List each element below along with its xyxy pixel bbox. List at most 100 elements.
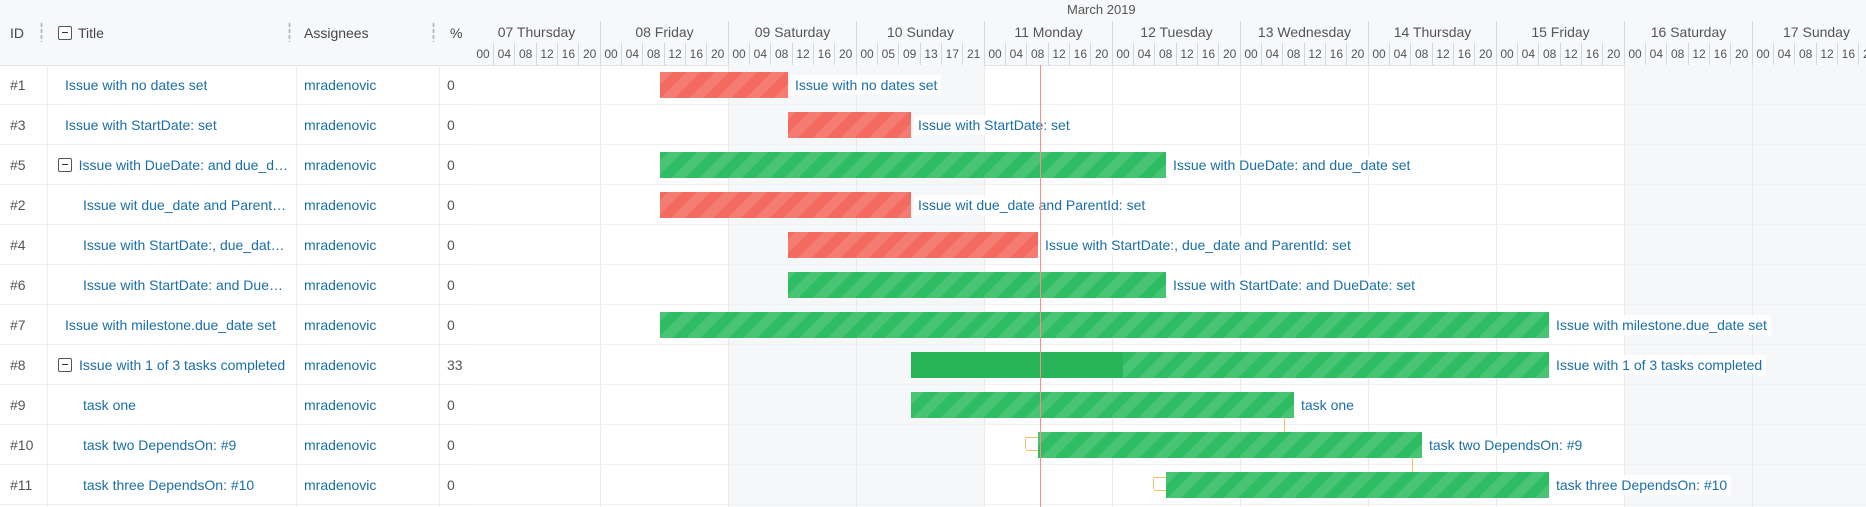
table-row[interactable]: #1 Issue with no dates set mradenovic 0 [0, 65, 475, 105]
task-id: #1 [10, 76, 26, 93]
task-bar[interactable] [1038, 432, 1422, 458]
hour-header: 04 [494, 43, 516, 65]
task-bar-label[interactable]: task one [1297, 395, 1358, 415]
column-resize-handle[interactable] [40, 22, 43, 42]
task-progress-percent: 0 [447, 116, 455, 133]
task-title[interactable]: task one [83, 385, 290, 424]
hour-header: 08 [1540, 43, 1561, 65]
column-header-percent[interactable]: % [450, 0, 462, 65]
task-title[interactable]: Issue wit due_date and ParentId… [83, 185, 290, 224]
table-row[interactable]: #11 task three DependsOn: #10 mradenovic 0 [0, 465, 475, 505]
hour-header: 00 [601, 43, 622, 65]
task-title[interactable]: Issue with StartDate: set [65, 105, 290, 144]
hour-header: 20 [1604, 43, 1625, 65]
task-bar-label[interactable]: task three DependsOn: #10 [1552, 475, 1732, 495]
task-title[interactable]: task three DependsOn: #10 [83, 465, 290, 504]
table-row[interactable]: #2 Issue wit due_date and ParentId… mraden… [0, 185, 475, 225]
task-assignee[interactable]: mradenovic [304, 225, 434, 264]
column-header-title[interactable]: Title [58, 0, 104, 65]
task-bar-label[interactable]: Issue with StartDate:, due_date and Pare… [1041, 235, 1355, 255]
task-bar[interactable] [1166, 472, 1549, 498]
task-bar[interactable] [788, 232, 1038, 258]
column-header-assignees[interactable]: Assignees [304, 0, 369, 65]
table-row[interactable]: #7 Issue with milestone.due_date set mrade… [0, 305, 475, 345]
collapse-all-icon[interactable] [58, 25, 72, 40]
table-row[interactable]: #6 Issue with StartDate: and DueDa… mraden… [0, 265, 475, 305]
task-bar-label[interactable]: task two DependsOn: #9 [1425, 435, 1587, 455]
task-bar[interactable] [660, 312, 1549, 338]
task-title[interactable]: Issue with DueDate: and due_da… [58, 145, 290, 184]
dependency-link[interactable] [1025, 437, 1039, 451]
hour-header: 00 [857, 43, 878, 65]
column-resize-handle[interactable] [432, 22, 435, 42]
table-row[interactable]: #3 Issue with StartDate: set mradenovic 0 [0, 105, 475, 145]
hour-header: 00 [1753, 43, 1774, 65]
day-header: 13 Wednesday [1241, 21, 1369, 43]
hour-header: 16 [686, 43, 708, 65]
hour-header: 08 [1028, 43, 1049, 65]
task-bar-label[interactable]: Issue with StartDate: and DueDate: set [1169, 275, 1420, 295]
hour-header: 16 [1838, 43, 1860, 65]
task-bar[interactable] [911, 352, 1549, 378]
task-assignee[interactable]: mradenovic [304, 105, 434, 144]
task-title-label: Issue with StartDate:, due_date … [83, 236, 290, 253]
hour-header: 04 [1390, 43, 1412, 65]
task-assignee[interactable]: mradenovic [304, 465, 434, 504]
table-row[interactable]: #10 task two DependsOn: #9 mradenovic 0 [0, 425, 475, 465]
task-bar[interactable] [660, 72, 788, 98]
task-bar[interactable] [788, 112, 911, 138]
hour-header: 08 [644, 43, 665, 65]
task-bar-label[interactable]: Issue with 1 of 3 tasks completed [1552, 355, 1767, 375]
hour-header: 16 [1070, 43, 1092, 65]
table-row[interactable]: #9 task one mradenovic 0 [0, 385, 475, 425]
dependency-link[interactable] [1153, 477, 1167, 491]
task-title-label: Issue with milestone.due_date set [65, 316, 276, 333]
task-assignee[interactable]: mradenovic [304, 425, 434, 464]
hour-header: 08 [1796, 43, 1817, 65]
gantt-chart: March 2019 07 Thursday 08 Friday 09 Saturd… [475, 0, 1866, 507]
task-bar[interactable] [911, 392, 1294, 418]
collapse-icon[interactable] [58, 357, 72, 372]
hour-header: 00 [475, 43, 494, 65]
hour-header: 00 [1625, 43, 1646, 65]
task-bar[interactable] [660, 152, 1166, 178]
task-bar-label[interactable]: Issue with no dates set [791, 75, 942, 95]
today-marker [1040, 65, 1041, 507]
column-header-id[interactable]: ID [10, 0, 24, 65]
day-header: 10 Sunday [857, 21, 985, 43]
hour-header: 16 [814, 43, 836, 65]
hour-header: 04 [1134, 43, 1156, 65]
table-row[interactable]: #4 Issue with StartDate:, due_date … mrade… [0, 225, 475, 265]
task-assignee[interactable]: mradenovic [304, 345, 434, 384]
task-bar-label[interactable]: Issue with StartDate: set [914, 115, 1074, 135]
task-title[interactable]: task two DependsOn: #9 [83, 425, 290, 464]
task-title[interactable]: Issue with milestone.due_date set [65, 305, 290, 344]
task-title[interactable]: Issue with 1 of 3 tasks completed [58, 345, 290, 384]
column-resize-handle[interactable] [288, 22, 291, 42]
task-assignee[interactable]: mradenovic [304, 385, 434, 424]
task-title[interactable]: Issue with no dates set [65, 65, 290, 104]
task-title-label: Issue with 1 of 3 tasks completed [79, 356, 286, 373]
day-header: 07 Thursday [475, 21, 601, 43]
hour-header: 16 [558, 43, 580, 65]
task-assignee[interactable]: mradenovic [304, 305, 434, 344]
hour-header: 21 [964, 43, 985, 65]
task-bar-label[interactable]: Issue wit due_date and ParentId: set [914, 195, 1150, 215]
collapse-icon[interactable] [58, 157, 72, 172]
task-bar[interactable] [788, 272, 1166, 298]
task-bar[interactable] [660, 192, 911, 218]
hour-header: 00 [1113, 43, 1134, 65]
hour-header: 20 [836, 43, 857, 65]
task-bar-label[interactable]: Issue with milestone.due_date set [1552, 315, 1771, 335]
task-title[interactable]: Issue with StartDate: and DueDa… [83, 265, 290, 304]
table-row[interactable]: #8 Issue with 1 of 3 tasks completed mrade… [0, 345, 475, 385]
task-assignee[interactable]: mradenovic [304, 265, 434, 304]
task-bar-label[interactable]: Issue with DueDate: and due_date set [1169, 155, 1415, 175]
task-assignee[interactable]: mradenovic [304, 145, 434, 184]
task-title[interactable]: Issue with StartDate:, due_date … [83, 225, 290, 264]
hour-header: 20 [1732, 43, 1753, 65]
task-assignee[interactable]: mradenovic [304, 185, 434, 224]
hour-header: 00 [1497, 43, 1518, 65]
table-row[interactable]: #5 Issue with DueDate: and due_da… mradeno… [0, 145, 475, 185]
task-assignee[interactable]: mradenovic [304, 65, 434, 104]
